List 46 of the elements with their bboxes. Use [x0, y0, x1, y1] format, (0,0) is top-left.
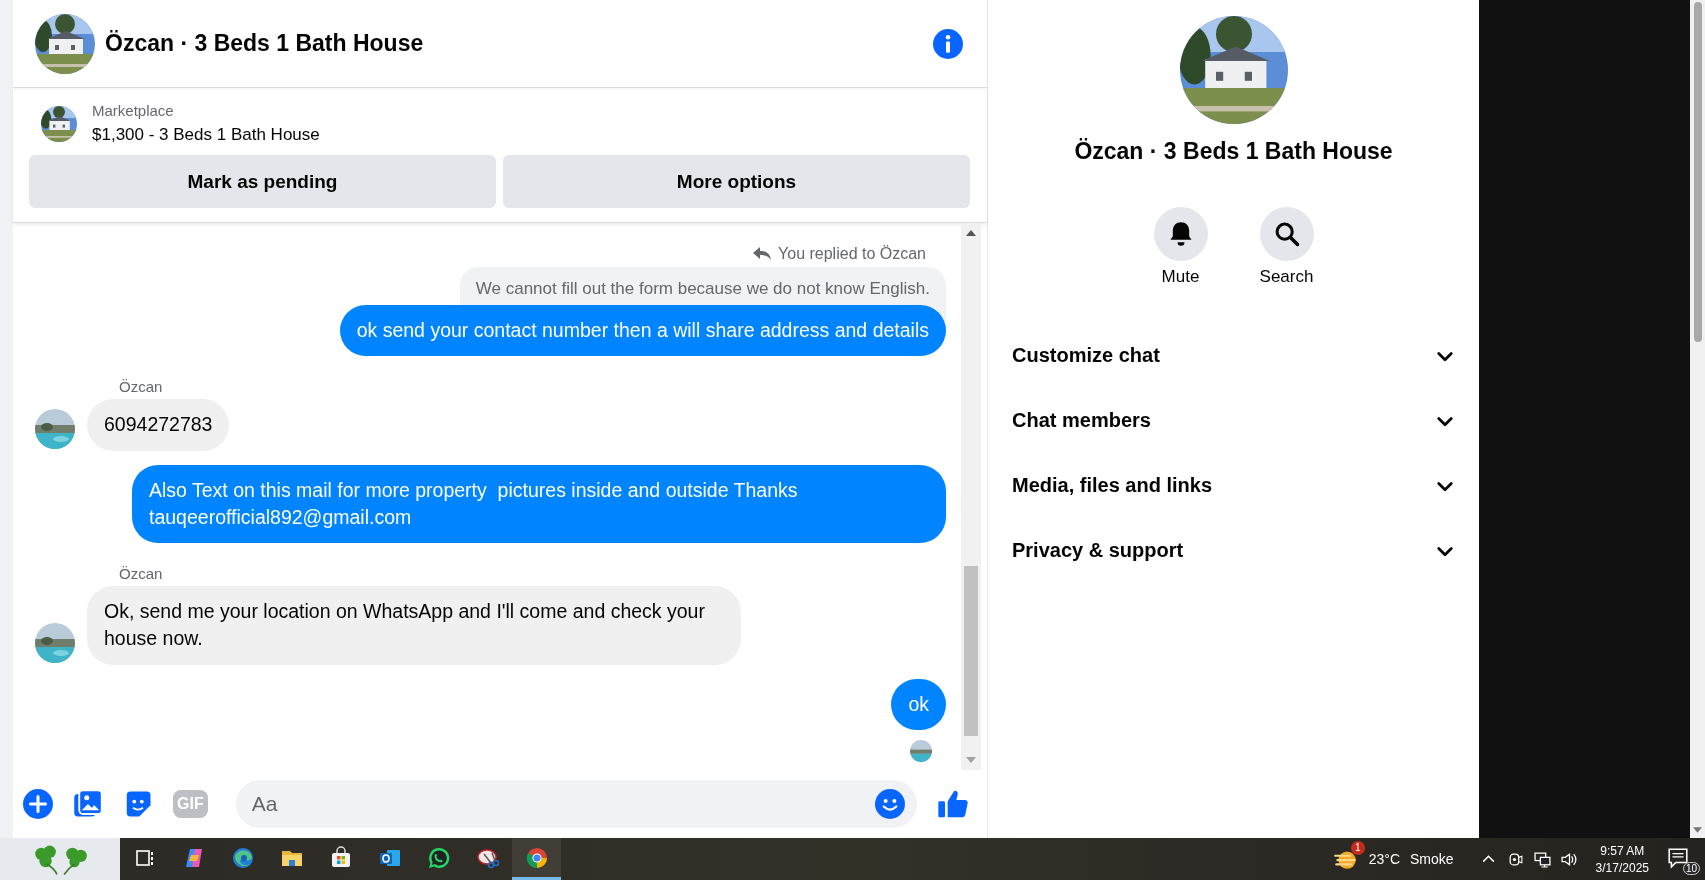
action-label: Search: [1259, 267, 1314, 287]
thumbs-up-icon[interactable]: [937, 788, 969, 820]
scroll-up-icon[interactable]: [966, 230, 976, 236]
mute-button[interactable]: [1153, 207, 1208, 261]
collapsible-section[interactable]: Privacy & support: [1012, 518, 1455, 583]
listing-source: Marketplace: [92, 102, 175, 119]
sent-message: ok: [891, 678, 946, 730]
plus-icon[interactable]: [23, 789, 53, 819]
emoji-icon[interactable]: [875, 789, 905, 819]
search-button[interactable]: [1259, 207, 1314, 261]
received-message: 6094272783: [87, 399, 230, 451]
scrollbar[interactable]: [961, 223, 981, 770]
network-icon[interactable]: [1533, 850, 1551, 868]
reply-note: You replied to Özcan: [778, 244, 926, 263]
notification-count: 10: [1682, 862, 1700, 875]
scroll-thumb[interactable]: [964, 566, 978, 736]
edge-icon[interactable]: [230, 845, 255, 870]
scroll-thumb[interactable]: [1693, 2, 1702, 342]
sender-name: Özcan: [119, 378, 163, 396]
clock-time[interactable]: 9:57 AM: [1600, 843, 1645, 858]
collapsible-section[interactable]: Media, files and links: [1012, 453, 1455, 518]
message-input[interactable]: Aa: [235, 780, 917, 828]
listing-action-button[interactable]: More options: [503, 155, 970, 208]
listing-title: $1,300 - 3 Beds 1 Bath House: [92, 125, 320, 145]
sent-message: Also Text on this mail for more property pictures inside and outside Thanks tauqeerofficial892@gmail.com: [132, 464, 946, 544]
chat-title: Özcan · 3 Beds 1 Bath House: [105, 30, 425, 57]
collapsible-section[interactable]: Chat members: [1012, 388, 1455, 453]
notification-badge: 1: [1350, 841, 1365, 855]
reply-icon: [752, 245, 773, 262]
clock-date[interactable]: 3/17/2025: [1595, 860, 1649, 875]
collapsible-section[interactable]: Customize chat: [1012, 323, 1455, 388]
sender-name: Özcan: [119, 565, 163, 583]
whatsapp-icon[interactable]: [426, 845, 451, 870]
info-icon[interactable]: [933, 28, 963, 59]
conversation-name: Özcan · 3 Beds 1 Bath House: [1074, 138, 1393, 165]
temperature: 23°C: [1368, 851, 1401, 867]
chrome-icon[interactable]: [524, 845, 549, 870]
photo-icon[interactable]: [73, 789, 103, 819]
action-label: Mute: [1161, 267, 1200, 287]
volume-icon[interactable]: [1560, 850, 1578, 868]
sent-message: ok send your contact number then a will share address and details: [339, 304, 946, 357]
scrollbar[interactable]: [1690, 0, 1705, 838]
listing-action-button[interactable]: Mark as pending: [29, 155, 496, 208]
scroll-down-icon[interactable]: [1693, 827, 1702, 833]
received-message: Ok, send me your location on WhatsApp and I'll come and check your house now.: [87, 586, 741, 665]
weather-condition: Smoke: [1410, 851, 1454, 867]
